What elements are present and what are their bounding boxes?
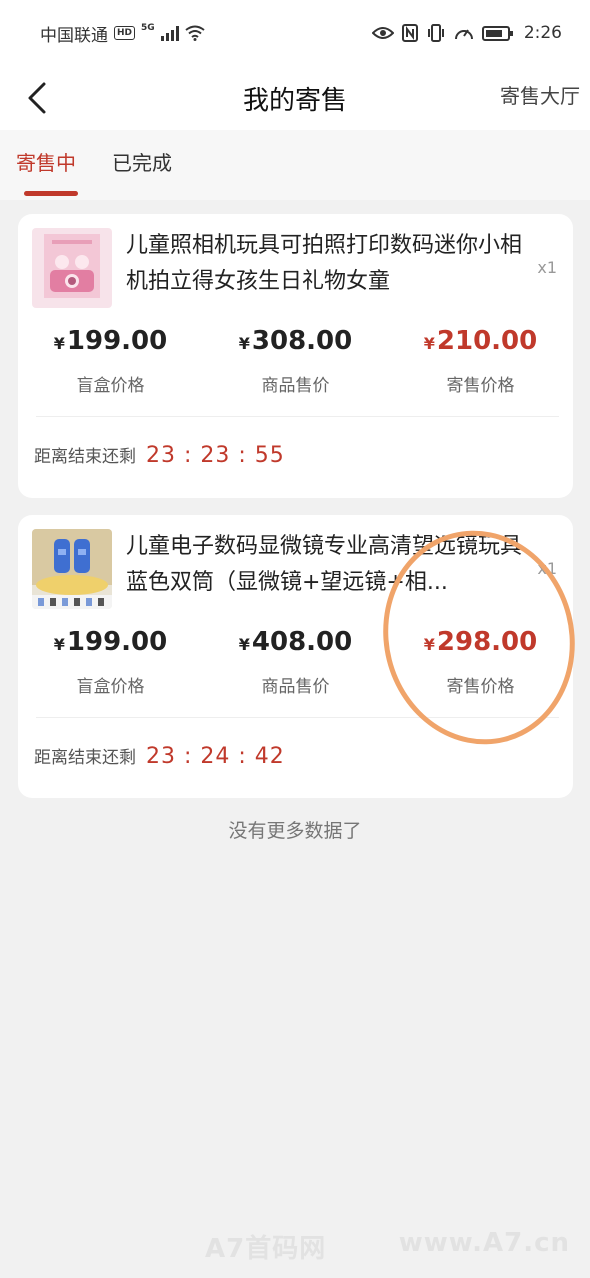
product-title: 儿童电子数码显微镜专业高清望远镜玩具 蓝色双筒（显微镜+望远镜+相...	[126, 534, 523, 595]
no-more-data-text: 没有更多数据了	[228, 820, 362, 842]
consignment-price: ¥298.00 寄售价格	[388, 625, 573, 697]
price-value: 210.00	[436, 326, 538, 356]
price-value: 199.00	[66, 326, 168, 356]
carrier-name: 中国联通	[40, 25, 108, 46]
countdown-label: 距离结束还剩	[34, 447, 136, 467]
currency-symbol: ¥	[423, 635, 435, 654]
price-value: 308.00	[251, 326, 353, 356]
countdown-time: 23 : 23 : 55	[146, 443, 285, 468]
quantity: x1	[537, 559, 557, 578]
consignment-card[interactable]: 儿童电子数码显微镜专业高清望远镜玩具 蓝色双筒（显微镜+望远镜+相... x1 …	[18, 515, 573, 798]
price-value: 408.00	[251, 627, 353, 657]
price-row: ¥199.00 盲盒价格 ¥408.00 商品售价 ¥298.00 寄售价格	[18, 625, 573, 697]
currency-symbol: ¥	[238, 635, 250, 654]
price-label: 盲盒价格	[76, 376, 145, 396]
blindbox-price: ¥199.00 盲盒价格	[18, 625, 203, 697]
price-row: ¥199.00 盲盒价格 ¥308.00 商品售价 ¥210.00 寄售价格	[18, 324, 573, 396]
tab-completed[interactable]: 已完成	[112, 130, 172, 200]
eye-icon	[371, 27, 394, 39]
currency-symbol: ¥	[53, 635, 65, 654]
divider	[36, 717, 559, 718]
price-label: 商品售价	[261, 376, 330, 396]
price-label: 寄售价格	[446, 677, 515, 697]
watermark-right: www.A7.cn	[398, 1228, 570, 1258]
price-label: 商品售价	[261, 677, 330, 697]
countdown: 距离结束还剩 23 : 23 : 55	[34, 442, 285, 468]
price-label: 寄售价格	[446, 376, 515, 396]
retail-price: ¥308.00 商品售价	[203, 324, 388, 396]
product-thumbnail	[32, 228, 112, 308]
watermark-left: A7首码网	[205, 1234, 327, 1264]
consignment-card[interactable]: 儿童照相机玩具可拍照打印数码迷你小相机拍立得女孩生日礼物女童 x1 ¥199.0…	[18, 214, 573, 498]
network-type: 5G	[141, 22, 155, 33]
nav-bar: 我的寄售 寄售大厅	[0, 66, 590, 130]
speed-icon	[454, 29, 473, 40]
quantity: x1	[537, 258, 557, 277]
price-value: 199.00	[66, 627, 168, 657]
countdown-label: 距离结束还剩	[34, 748, 136, 768]
product-title: 儿童照相机玩具可拍照打印数码迷你小相机拍立得女孩生日礼物女童	[126, 233, 523, 294]
countdown: 距离结束还剩 23 : 24 : 42	[34, 743, 285, 769]
page-title: 我的寄售	[242, 85, 347, 116]
price-label: 盲盒价格	[76, 677, 145, 697]
vibrate-icon	[427, 24, 444, 42]
currency-symbol: ¥	[238, 334, 250, 353]
tab-consigning[interactable]: 寄售中	[16, 130, 78, 200]
battery-icon	[481, 25, 513, 41]
price-value: 298.00	[436, 627, 538, 657]
consignment-price: ¥210.00 寄售价格	[388, 324, 573, 396]
currency-symbol: ¥	[53, 334, 65, 353]
divider	[36, 416, 559, 417]
retail-price: ¥408.00 商品售价	[203, 625, 388, 697]
nfc-icon	[401, 24, 418, 42]
back-arrow-icon[interactable]	[24, 80, 54, 116]
product-thumbnail	[32, 529, 112, 609]
hd-badge: HD	[114, 26, 136, 40]
tab-bar: 寄售中 已完成	[0, 130, 590, 200]
signal-icon	[160, 25, 179, 41]
currency-symbol: ¥	[423, 334, 435, 353]
status-time: 2:26	[523, 23, 562, 43]
blindbox-price: ¥199.00 盲盒价格	[18, 324, 203, 396]
consignment-hall-link[interactable]: 寄售大厅	[500, 80, 580, 109]
countdown-time: 23 : 24 : 42	[146, 744, 285, 769]
status-bar: 中国联通 HD 5G 2:26	[0, 0, 590, 66]
wifi-icon	[185, 25, 205, 41]
watermark: A7首码网 www.A7.cn	[0, 1228, 590, 1265]
